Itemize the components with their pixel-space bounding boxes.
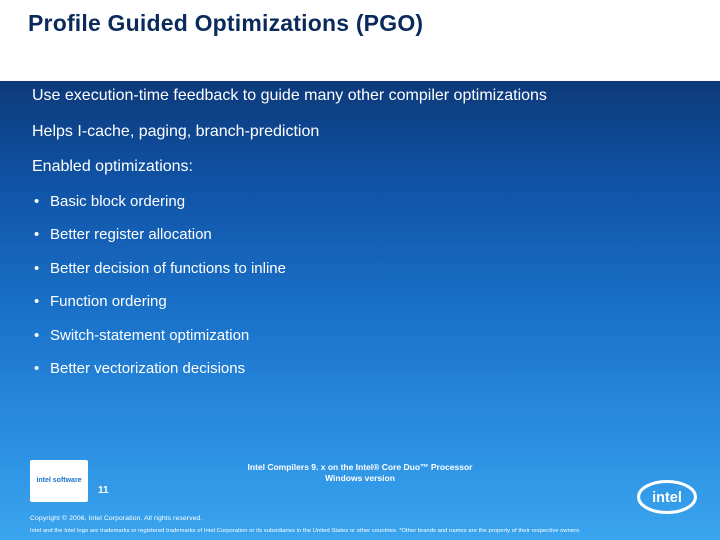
bullet-list: Basic block ordering Better register all… bbox=[32, 192, 692, 379]
slide: Profile Guided Optimizations (PGO) Use e… bbox=[0, 0, 720, 540]
paragraph: Helps I-cache, paging, branch-prediction bbox=[32, 121, 692, 143]
paragraph: Use execution-time feedback to guide man… bbox=[32, 85, 692, 107]
footer-event-line1: Intel Compilers 9. x on the Intel® Core … bbox=[0, 462, 720, 473]
list-item: Better register allocation bbox=[34, 225, 692, 245]
page-number: 11 bbox=[98, 485, 109, 496]
slide-title: Profile Guided Optimizations (PGO) bbox=[28, 10, 692, 37]
title-bar: Profile Guided Optimizations (PGO) bbox=[0, 0, 720, 81]
list-item: Basic block ordering bbox=[34, 192, 692, 212]
intel-software-badge: intel software bbox=[30, 460, 88, 502]
intel-logo-icon: intel bbox=[636, 476, 698, 518]
list-item: Function ordering bbox=[34, 292, 692, 312]
footer-event-title: Intel Compilers 9. x on the Intel® Core … bbox=[0, 462, 720, 484]
intel-logo-text: intel bbox=[652, 490, 682, 506]
trademark-text: Intel and the Intel logo are trademarks … bbox=[30, 528, 620, 534]
slide-content: Use execution-time feedback to guide man… bbox=[0, 81, 720, 379]
list-item: Switch-statement optimization bbox=[34, 326, 692, 346]
list-item: Better decision of functions to inline bbox=[34, 259, 692, 279]
badge-label: intel software bbox=[36, 477, 81, 485]
copyright-text: Copyright © 2006, Intel Corporation. All… bbox=[30, 515, 202, 522]
paragraph: Enabled optimizations: bbox=[32, 156, 692, 178]
list-item: Better vectorization decisions bbox=[34, 359, 692, 379]
footer-event-line2: Windows version bbox=[0, 473, 720, 484]
